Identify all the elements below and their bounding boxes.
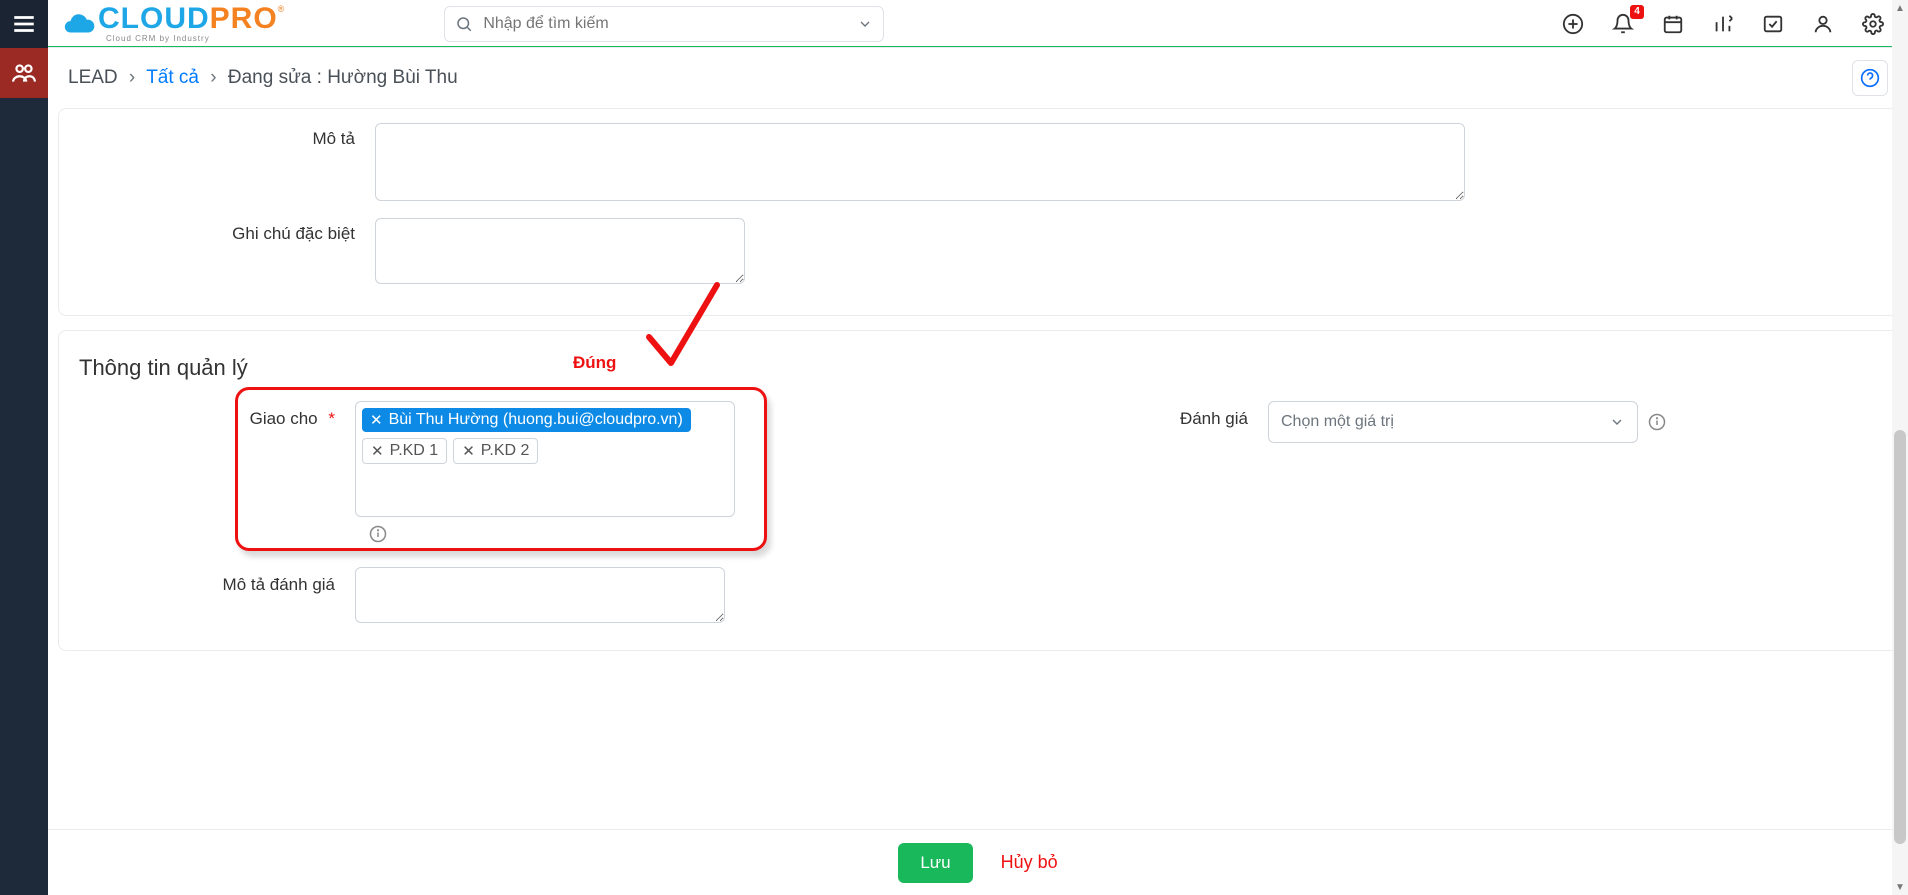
assigned-tag-user: ✕ Bùi Thu Hường (huong.bui@cloudpro.vn)	[362, 408, 691, 432]
chevron-down-icon[interactable]	[857, 16, 873, 32]
reports-button[interactable]	[1712, 13, 1734, 35]
scroll-up-icon[interactable]: ▲	[1892, 0, 1908, 16]
select-rating-placeholder: Chọn một giá trị	[1281, 413, 1394, 431]
breadcrumb-current: Đang sửa : Hường Bùi Thu	[228, 67, 458, 88]
chevron-down-icon	[1609, 414, 1625, 430]
tasks-button[interactable]	[1762, 13, 1784, 35]
assigned-tag-dept2: ✕ P.KD 2	[453, 438, 538, 464]
topbar: CLOUD PRO ® Cloud CRM by Industry 4	[48, 0, 1908, 48]
breadcrumb-module[interactable]: LEAD	[68, 67, 118, 88]
input-special-note[interactable]	[375, 218, 745, 284]
assigned-tag-dept1: ✕ P.KD 1	[362, 438, 447, 464]
select-rating[interactable]: Chọn một giá trị	[1268, 401, 1638, 443]
window-scrollbar[interactable]: ▲ ▼	[1892, 0, 1908, 895]
save-button[interactable]: Lưu	[898, 843, 972, 883]
label-special-note: Ghi chú đặc biệt	[75, 218, 375, 287]
left-rail	[0, 0, 48, 895]
form-footer: Lưu Hủy bỏ	[48, 829, 1908, 895]
assigned-tag-dept1-label: P.KD 1	[390, 442, 439, 460]
remove-tag-icon[interactable]: ✕	[462, 444, 475, 459]
notifications-button[interactable]: 4	[1612, 13, 1634, 35]
scroll-thumb[interactable]	[1894, 430, 1906, 844]
breadcrumb-row: LEAD › Tất cả › Đang sửa : Hường Bùi Thu	[48, 48, 1908, 108]
global-search[interactable]	[444, 6, 884, 42]
remove-tag-icon[interactable]: ✕	[370, 413, 383, 428]
form-content: Mô tả Ghi chú đặc biệt Thông tin quản lý…	[48, 108, 1908, 829]
input-rating-desc[interactable]	[355, 567, 725, 623]
info-icon[interactable]	[1648, 413, 1666, 431]
info-icon[interactable]	[369, 525, 387, 546]
profile-button[interactable]	[1812, 13, 1834, 35]
quick-create-button[interactable]	[1562, 13, 1584, 35]
hamburger-menu-button[interactable]	[0, 0, 48, 48]
cloud-icon	[62, 7, 96, 41]
assigned-tag-dept2-label: P.KD 2	[481, 442, 530, 460]
card-upper: Mô tả Ghi chú đặc biệt	[58, 108, 1898, 316]
app-logo[interactable]: CLOUD PRO ® Cloud CRM by Industry	[62, 5, 284, 43]
card-management: Thông tin quản lý Giao cho * ✕	[58, 330, 1898, 651]
help-button[interactable]	[1852, 60, 1888, 96]
notifications-count: 4	[1630, 5, 1644, 19]
sidebar-module-leads[interactable]	[0, 48, 48, 98]
label-assigned: Giao cho	[250, 409, 318, 428]
help-icon	[1860, 68, 1880, 88]
cancel-button[interactable]: Hủy bỏ	[1001, 852, 1058, 873]
logo-registered: ®	[278, 4, 285, 14]
assigned-tagbox[interactable]: ✕ Bùi Thu Hường (huong.bui@cloudpro.vn) …	[355, 401, 735, 517]
remove-tag-icon[interactable]: ✕	[371, 444, 384, 459]
section-title-management: Thông tin quản lý	[79, 355, 1881, 381]
breadcrumb-sep: ›	[123, 67, 141, 88]
logo-tagline: Cloud CRM by Industry	[98, 31, 284, 46]
scroll-down-icon[interactable]: ▼	[1892, 879, 1908, 895]
breadcrumb-sep: ›	[204, 67, 222, 88]
input-description[interactable]	[375, 123, 1465, 201]
label-rating: Đánh giá	[988, 401, 1268, 443]
calendar-button[interactable]	[1662, 13, 1684, 35]
label-rating-desc: Mô tả đánh giá	[75, 567, 355, 626]
search-input[interactable]	[483, 15, 847, 33]
required-mark: *	[322, 409, 335, 428]
settings-button[interactable]	[1862, 13, 1884, 35]
top-toolbar: 4	[1562, 13, 1884, 35]
breadcrumb-filter[interactable]: Tất cả	[146, 67, 199, 88]
assigned-tag-user-label: Bùi Thu Hường (huong.bui@cloudpro.vn)	[389, 411, 683, 429]
search-icon	[455, 15, 473, 33]
label-description: Mô tả	[75, 123, 375, 204]
